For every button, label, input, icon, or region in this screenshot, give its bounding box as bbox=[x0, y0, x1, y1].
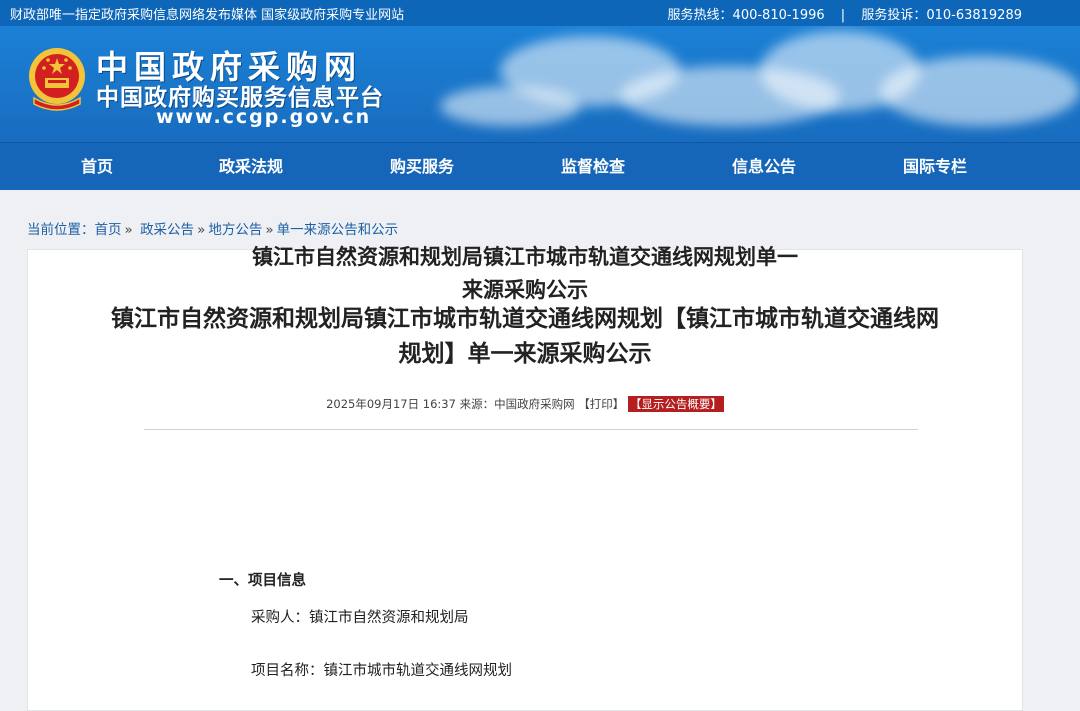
main-nav: 首页 政采法规 购买服务 监督检查 信息公告 国际专栏 bbox=[0, 142, 1080, 190]
nav-item-home[interactable]: 首页 bbox=[37, 143, 157, 190]
banner-cloud bbox=[440, 86, 580, 126]
nav-item-supervision[interactable]: 监督检查 bbox=[533, 143, 653, 190]
article-title-line-1: 镇江市自然资源和规划局镇江市城市轨道交通线网规划【镇江市城市轨道交通线网 bbox=[111, 306, 939, 332]
publish-date: 2025年09月17日 16:37 bbox=[326, 397, 456, 411]
nav-item-purchase-services[interactable]: 购买服务 bbox=[362, 143, 482, 190]
site-banner: 中国政府采购网 中国政府购买服务信息平台 www.ccgp.gov.cn bbox=[0, 26, 1080, 142]
service-complaint: 服务投诉：010-63819289 bbox=[861, 8, 1022, 23]
field-purchaser: 采购人：镇江市自然资源和规划局 bbox=[251, 610, 469, 626]
document-title-line-2: 来源采购公示 bbox=[462, 278, 588, 302]
breadcrumb-procurement-notices[interactable]: 政采公告 bbox=[140, 222, 194, 238]
breadcrumb-local-notices[interactable]: 地方公告 bbox=[208, 222, 262, 238]
nav-item-regulations[interactable]: 政采法规 bbox=[191, 143, 311, 190]
nav-item-international[interactable]: 国际专栏 bbox=[875, 143, 995, 190]
banner-cloud bbox=[880, 56, 1080, 126]
article-card: 镇江市自然资源和规划局镇江市城市轨道交通线网规划【镇江市城市轨道交通线网 规划】… bbox=[27, 249, 1023, 711]
breadcrumb-separator: » bbox=[197, 222, 206, 238]
breadcrumb-label: 当前位置： bbox=[27, 222, 95, 238]
contact-info: 服务热线：400-810-1996 | 服务投诉：010-63819289 bbox=[668, 4, 1022, 23]
article-source: 来源：中国政府采购网 bbox=[459, 397, 575, 411]
site-url: www.ccgp.gov.cn bbox=[156, 106, 372, 128]
field-project-name: 项目名称：镇江市城市轨道交通线网规划 bbox=[251, 663, 512, 679]
service-hotline: 服务热线：400-810-1996 bbox=[667, 8, 825, 23]
article-title-line-2: 规划】单一来源采购公示 bbox=[398, 341, 652, 367]
document-title: 镇江市自然资源和规划局镇江市城市轨道交通线网规划单一 来源采购公示 bbox=[0, 241, 1050, 307]
show-summary-button[interactable]: 【显示公告概要】 bbox=[627, 396, 724, 412]
breadcrumb-single-source[interactable]: 单一来源公告和公示 bbox=[277, 222, 399, 238]
top-info-bar: 财政部唯一指定政府采购信息网络发布媒体 国家级政府采购专业网站 服务热线：400… bbox=[0, 0, 1080, 26]
breadcrumb-home[interactable]: 首页 bbox=[95, 222, 122, 238]
section-heading-project-info: 一、项目信息 bbox=[219, 573, 306, 589]
breadcrumb-separator: » bbox=[124, 222, 133, 238]
national-emblem-icon bbox=[29, 48, 85, 111]
print-link[interactable]: 【打印】 bbox=[578, 397, 624, 411]
breadcrumb-separator: » bbox=[265, 222, 274, 238]
contact-separator: | bbox=[840, 8, 846, 23]
breadcrumb: 当前位置：首页» 政采公告» 地方公告» 单一来源公告和公示 bbox=[27, 218, 398, 238]
article-meta: 2025年09月17日 16:37 来源：中国政府采购网 【打印】 【显示公告概… bbox=[28, 396, 1022, 412]
document-title-line-1: 镇江市自然资源和规划局镇江市城市轨道交通线网规划单一 bbox=[252, 245, 798, 269]
site-slogan: 财政部唯一指定政府采购信息网络发布媒体 国家级政府采购专业网站 bbox=[10, 8, 405, 23]
nav-item-announcements[interactable]: 信息公告 bbox=[704, 143, 824, 190]
article-title: 镇江市自然资源和规划局镇江市城市轨道交通线网规划【镇江市城市轨道交通线网 规划】… bbox=[28, 302, 1022, 372]
title-divider bbox=[144, 429, 918, 430]
